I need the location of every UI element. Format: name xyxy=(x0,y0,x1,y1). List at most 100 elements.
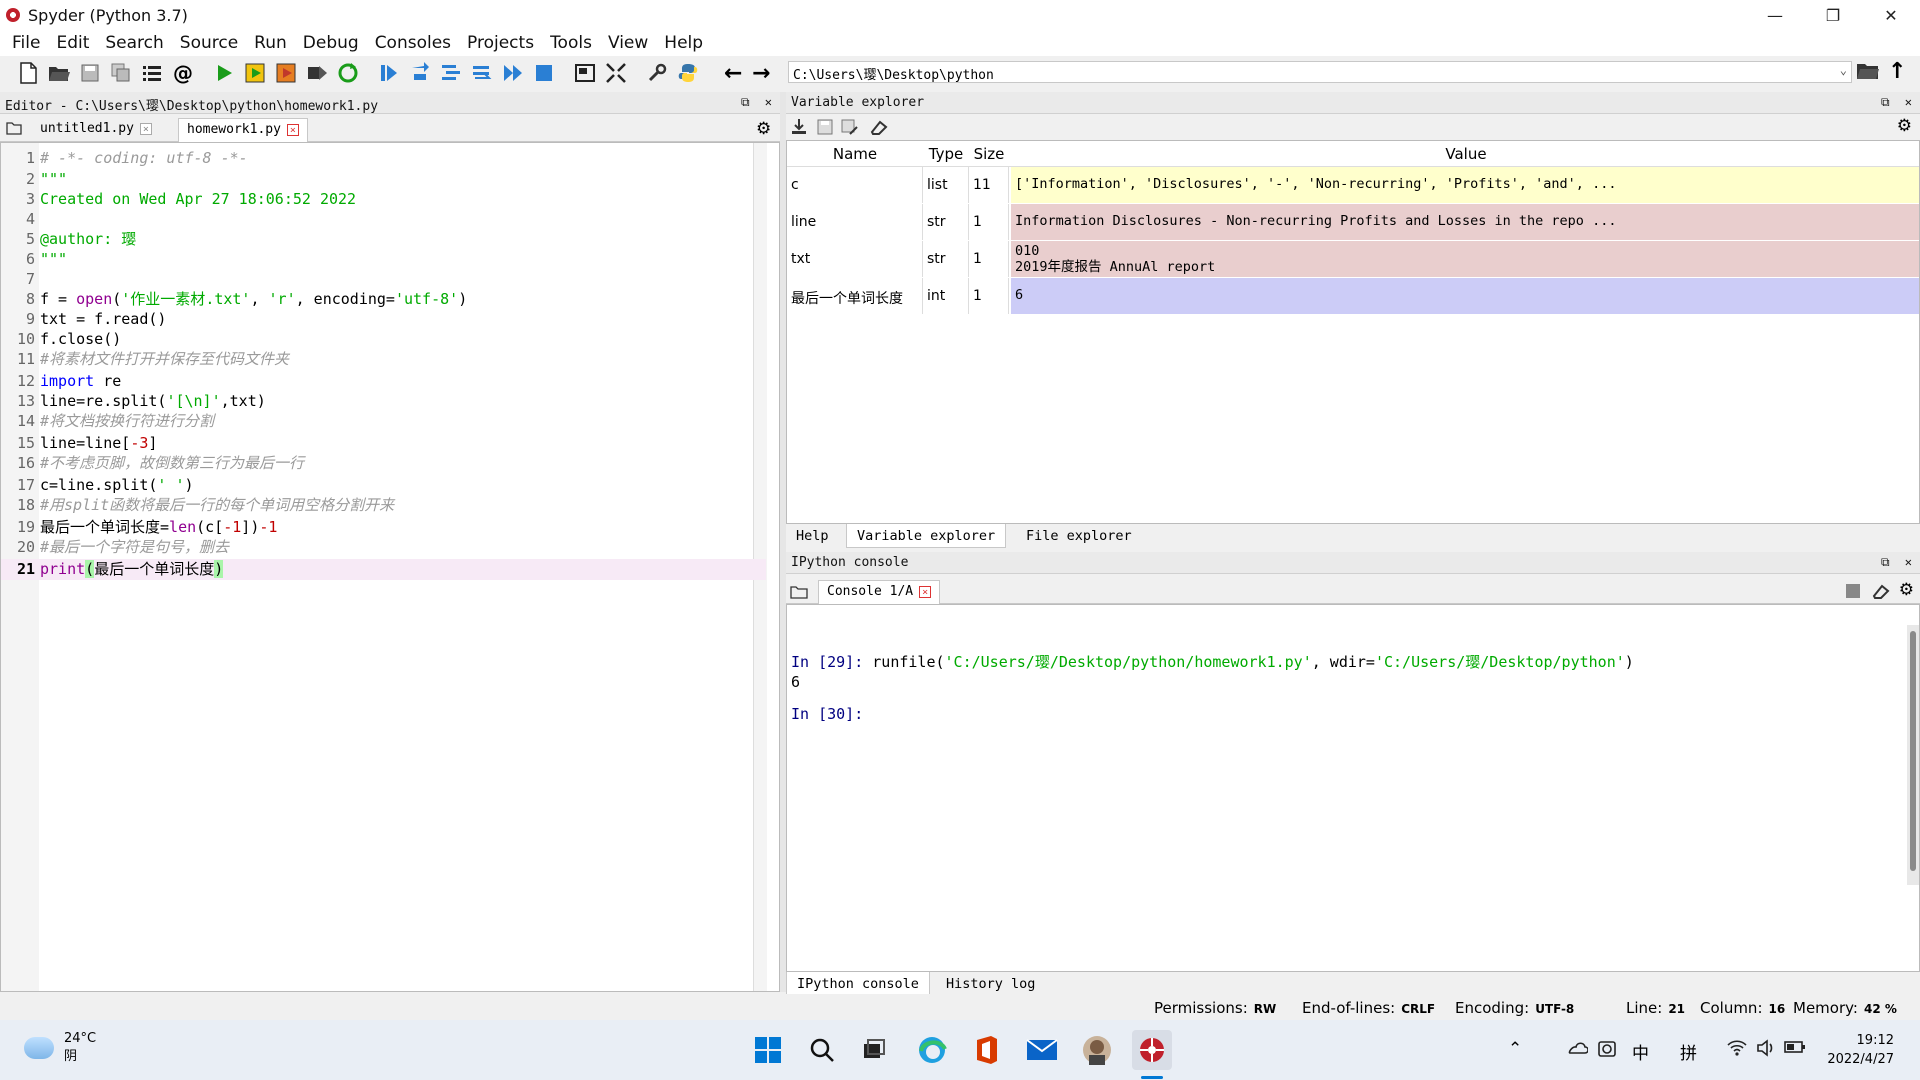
menu-edit[interactable]: Edit xyxy=(48,33,97,53)
maximize-pane-icon[interactable] xyxy=(571,59,599,87)
column-header-type[interactable]: Type xyxy=(923,141,969,166)
spyder-taskbar-icon[interactable] xyxy=(1132,1030,1172,1070)
user-avatar-icon[interactable] xyxy=(1077,1030,1117,1070)
menu-file[interactable]: File xyxy=(4,33,48,53)
pane-controls[interactable]: ⧉ ✕ xyxy=(741,95,776,110)
column-header-name[interactable]: Name xyxy=(787,141,923,166)
save-file-icon[interactable] xyxy=(76,59,104,87)
edge-browser-icon[interactable] xyxy=(912,1030,952,1070)
chevron-down-icon[interactable]: ⌄ xyxy=(1840,63,1847,77)
browse-tabs-icon[interactable] xyxy=(138,59,166,87)
run-cell-icon[interactable] xyxy=(241,59,269,87)
menu-run[interactable]: Run xyxy=(246,33,295,53)
tab-ipython-console[interactable]: IPython console xyxy=(786,972,930,996)
table-row[interactable]: txt str 1 010 2019年度报告 AnnuAl report xyxy=(787,241,1919,278)
minimize-button[interactable]: — xyxy=(1746,0,1804,30)
gear-icon[interactable]: ⚙ xyxy=(1897,116,1912,136)
run-icon[interactable] xyxy=(210,59,238,87)
tab-untitled1[interactable]: untitled1.py × xyxy=(32,118,160,142)
ime-chinese[interactable]: 中 xyxy=(1632,1039,1649,1064)
step-return-icon[interactable] xyxy=(468,59,496,87)
back-arrow-icon[interactable]: ← xyxy=(724,61,752,86)
tab-file-explorer[interactable]: File explorer xyxy=(1016,524,1142,548)
close-tab-icon[interactable]: × xyxy=(286,124,299,136)
close-tab-icon[interactable]: × xyxy=(139,123,152,135)
browse-tabs-folder-icon[interactable] xyxy=(790,584,808,603)
camera-icon[interactable] xyxy=(1597,1039,1617,1064)
at-sign-icon[interactable]: @ xyxy=(169,59,197,87)
new-file-icon[interactable] xyxy=(14,59,42,87)
wifi-icon[interactable] xyxy=(1726,1039,1748,1062)
menu-source[interactable]: Source xyxy=(172,33,246,53)
save-all-icon[interactable] xyxy=(107,59,135,87)
continue-icon[interactable] xyxy=(499,59,527,87)
mail-icon[interactable] xyxy=(1022,1030,1062,1070)
ime-pinyin[interactable]: 拼 xyxy=(1680,1039,1697,1064)
tab-variable-explorer[interactable]: Variable explorer xyxy=(846,524,1007,548)
tab-history-log[interactable]: History log xyxy=(936,972,1045,996)
tab-help[interactable]: Help xyxy=(786,524,839,548)
working-directory-input[interactable]: C:\Users\璎\Desktop\python ⌄ xyxy=(788,61,1852,83)
console-tab-bar: Console 1/A × ⚙ xyxy=(786,578,1920,604)
close-tab-icon[interactable]: × xyxy=(919,586,932,598)
maximize-button[interactable]: ❐ xyxy=(1804,0,1862,30)
column-header-value[interactable]: Value xyxy=(1011,141,1919,166)
python-path-icon[interactable] xyxy=(674,59,702,87)
debug-icon[interactable] xyxy=(375,59,403,87)
run-selection-icon[interactable] xyxy=(303,59,331,87)
start-icon[interactable] xyxy=(748,1030,788,1070)
pane-controls[interactable]: ⧉ ✕ xyxy=(1881,95,1916,110)
stop-debug-icon[interactable] xyxy=(530,59,558,87)
open-file-icon[interactable] xyxy=(45,59,73,87)
close-button[interactable]: ✕ xyxy=(1862,0,1920,30)
parent-directory-icon[interactable]: ↑ xyxy=(1888,59,1906,84)
chevron-up-icon[interactable]: ⌃ xyxy=(1508,1039,1522,1059)
battery-icon[interactable] xyxy=(1784,1039,1806,1060)
tab-homework1[interactable]: homework1.py × xyxy=(178,118,308,142)
save-data-as-icon[interactable] xyxy=(840,118,858,140)
browse-folder-icon[interactable] xyxy=(1856,60,1880,86)
menu-consoles[interactable]: Consoles xyxy=(367,33,459,53)
scrollbar-thumb[interactable] xyxy=(1910,631,1916,871)
browse-tabs-folder-icon[interactable] xyxy=(6,120,22,139)
volume-icon[interactable] xyxy=(1756,1039,1776,1062)
menu-debug[interactable]: Debug xyxy=(295,33,367,53)
menu-search[interactable]: Search xyxy=(97,33,171,53)
eraser-icon[interactable] xyxy=(1872,583,1890,603)
office-icon[interactable] xyxy=(967,1030,1007,1070)
gear-icon[interactable]: ⚙ xyxy=(756,119,771,139)
menu-help[interactable]: Help xyxy=(656,33,711,53)
step-icon[interactable] xyxy=(406,59,434,87)
step-into-icon[interactable] xyxy=(437,59,465,87)
tab-console-1[interactable]: Console 1/A × xyxy=(818,580,941,604)
table-row[interactable]: line str 1 Information Disclosures - Non… xyxy=(787,204,1919,241)
eraser-icon[interactable] xyxy=(870,118,888,140)
column-header-size[interactable]: Size xyxy=(969,141,1009,166)
fullscreen-icon[interactable] xyxy=(602,59,630,87)
save-data-icon[interactable] xyxy=(816,118,834,140)
preferences-wrench-icon[interactable] xyxy=(643,59,671,87)
stop-kernel-icon[interactable] xyxy=(1846,584,1860,598)
pane-controls[interactable]: ⧉ ✕ xyxy=(1881,555,1916,570)
weather-widget[interactable]: 24°C 阴 xyxy=(24,1030,96,1066)
console-scrollbar[interactable] xyxy=(1907,625,1919,885)
rerun-icon[interactable] xyxy=(334,59,362,87)
forward-arrow-icon[interactable]: → xyxy=(752,61,780,86)
table-row[interactable]: c list 11 ['Information', 'Disclosures',… xyxy=(787,167,1919,204)
console-code: runfile( xyxy=(863,653,945,671)
search-icon[interactable] xyxy=(802,1030,842,1070)
system-clock[interactable]: 19:12 2022/4/27 xyxy=(1827,1031,1894,1069)
run-cell-advance-icon[interactable] xyxy=(272,59,300,87)
gear-icon[interactable]: ⚙ xyxy=(1899,580,1914,600)
onedrive-icon[interactable] xyxy=(1566,1039,1589,1060)
menu-tools[interactable]: Tools xyxy=(542,33,600,53)
table-row[interactable]: 最后一个单词长度 int 1 6 xyxy=(787,278,1919,315)
import-data-icon[interactable] xyxy=(790,118,808,140)
menu-projects[interactable]: Projects xyxy=(459,33,542,53)
code-line: 18 #用split函数将最后一行的每个单词用空格分割开来 xyxy=(16,496,395,514)
menu-view[interactable]: View xyxy=(600,33,656,53)
task-view-icon[interactable] xyxy=(854,1030,894,1070)
status-column: Column: 16 xyxy=(1700,999,1786,1017)
code-editor[interactable]: 1 # -*- coding: utf-8 -*- 2 """ 3 Created o… xyxy=(0,142,780,992)
console-output[interactable]: In [29]: runfile('C:/Users/璎/Desktop/pyt… xyxy=(786,604,1920,972)
